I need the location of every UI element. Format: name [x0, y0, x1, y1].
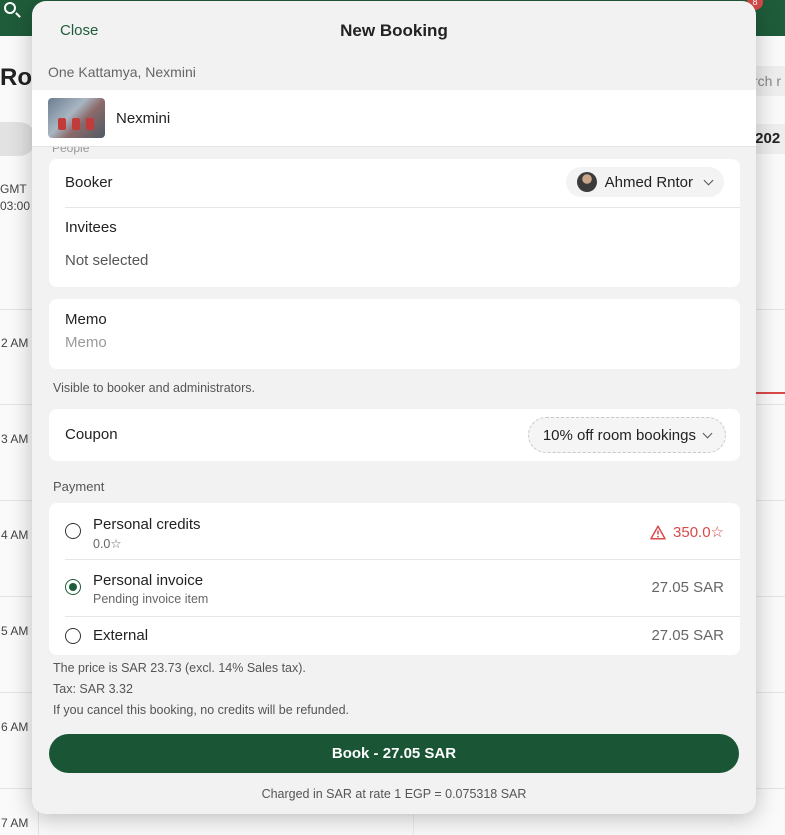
refund-note: If you cancel this booking, no credits w… [53, 703, 350, 717]
chevron-down-icon [702, 428, 713, 438]
current-time-indicator [755, 392, 785, 394]
room-thumbnail [48, 98, 105, 138]
chevron-down-icon [703, 175, 714, 185]
payment-option-personal-credits[interactable]: Personal credits 0.0☆ 350.0☆ [49, 503, 740, 559]
booker-select[interactable]: Ahmed Rntor [565, 167, 724, 197]
payment-option-title: Personal credits [93, 516, 201, 533]
book-button[interactable]: Book - 27.05 SAR [49, 734, 739, 773]
invitees-select[interactable]: Not selected [65, 252, 148, 269]
payment-option-subtitle: Pending invoice item [93, 592, 209, 606]
memo-helper-text: Visible to booker and administrators. [53, 381, 255, 395]
people-card: Booker Ahmed Rntor Invitees Not selected [49, 159, 740, 287]
payment-option-amount: 27.05 SAR [651, 579, 724, 596]
room-header: Nexmini [32, 90, 756, 147]
payment-section-label: Payment [53, 479, 105, 494]
memo-card: Memo [49, 299, 740, 369]
price-note: The price is SAR 23.73 (excl. 14% Sales … [53, 661, 306, 675]
payment-card: Personal credits 0.0☆ 350.0☆ Personal in… [49, 503, 740, 655]
modal-title: New Booking [340, 21, 448, 40]
memo-input[interactable] [65, 334, 705, 351]
coupon-value: 10% off room bookings [542, 426, 696, 444]
payment-option-title: Personal invoice [93, 572, 204, 589]
payment-option-personal-invoice[interactable]: Personal invoice Pending invoice item 27… [49, 560, 740, 616]
timezone-line: 03:00 [0, 199, 31, 213]
divider [65, 207, 740, 208]
warning-icon [650, 524, 666, 540]
booker-name: Ahmed Rntor [604, 173, 693, 191]
new-booking-modal: Close New Booking One Kattamya, Nexmini … [32, 1, 756, 814]
payment-option-external[interactable]: External 27.05 SAR [49, 617, 740, 655]
location-label: One Kattamya, Nexmini [48, 64, 196, 80]
hour-label: 4 AM [1, 528, 29, 542]
coupon-card: Coupon 10% off room bookings [49, 409, 740, 461]
payment-option-subtitle: 0.0☆ [93, 537, 122, 551]
search-icon[interactable] [4, 2, 16, 14]
radio-button[interactable] [65, 628, 81, 644]
payment-option-title: External [93, 627, 149, 644]
hour-label: 6 AM [1, 720, 29, 734]
timezone-line: GMT [0, 182, 27, 196]
payment-option-amount: 350.0☆ [650, 523, 724, 541]
hour-label: 3 AM [1, 432, 29, 446]
hour-label: 2 AM [1, 336, 29, 350]
view-toggle[interactable] [0, 122, 36, 156]
exchange-rate-note: Charged in SAR at rate 1 EGP = 0.075318 … [261, 787, 527, 801]
coupon-label: Coupon [65, 426, 118, 443]
avatar [576, 172, 597, 192]
payment-amount-text: 350.0☆ [673, 524, 724, 541]
coupon-select[interactable]: 10% off room bookings [527, 417, 726, 453]
radio-button[interactable] [65, 523, 81, 539]
memo-label: Memo [65, 311, 107, 328]
hour-label: 5 AM [1, 624, 29, 638]
room-name: Nexmini [116, 110, 171, 127]
hour-label: 7 AM [1, 816, 29, 830]
invitees-label: Invitees [65, 219, 117, 236]
booker-label: Booker [65, 174, 113, 191]
radio-button[interactable] [65, 579, 81, 595]
tax-note: Tax: SAR 3.32 [53, 682, 133, 696]
payment-option-amount: 27.05 SAR [651, 627, 724, 644]
timezone-label: GMT 03:00 [0, 181, 30, 215]
